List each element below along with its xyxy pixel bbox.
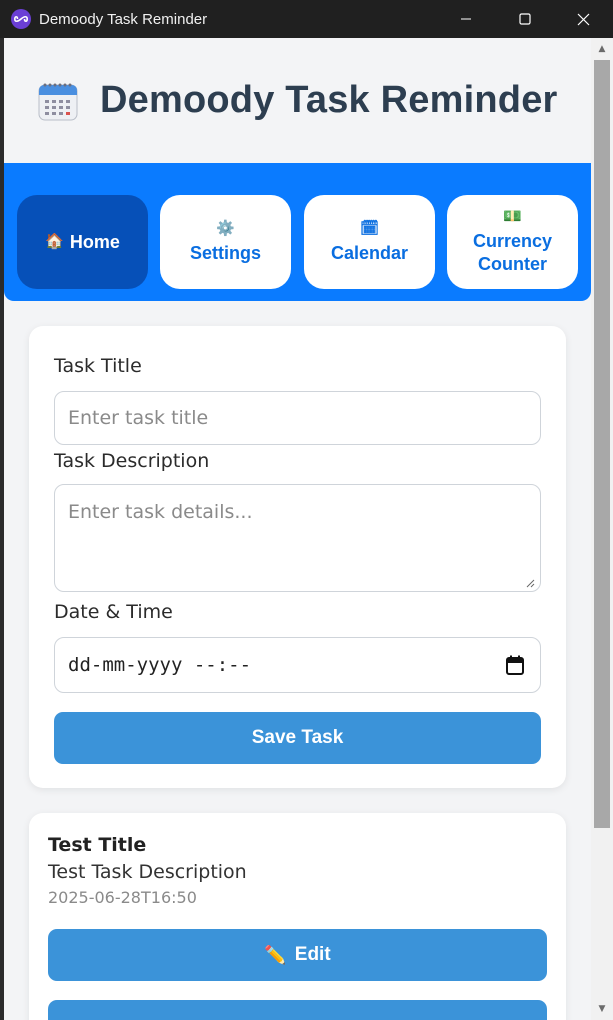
- gear-icon: ⚙️: [216, 219, 235, 237]
- nav-currency-counter-button[interactable]: 💵 Currency Counter: [447, 195, 578, 289]
- datetime-label: Date & Time: [54, 601, 173, 623]
- task-item-datetime: 2025-06-28T16:50: [48, 888, 197, 907]
- page-title: Demoody Task Reminder: [100, 79, 558, 121]
- nav-settings-button[interactable]: ⚙️ Settings: [160, 195, 291, 289]
- maximize-icon: [518, 13, 531, 25]
- edit-task-label: Edit: [294, 944, 331, 965]
- nav-currency-counter-label: Currency Counter: [472, 231, 553, 274]
- calendar-icon: [38, 83, 78, 120]
- close-icon: [577, 13, 590, 25]
- task-item-title: Test Title: [48, 834, 147, 856]
- nav-home-button[interactable]: 🏠 Home: [17, 195, 148, 289]
- vertical-scrollbar[interactable]: ▲ ▼: [591, 38, 613, 1020]
- close-button[interactable]: [554, 0, 613, 38]
- main-nav: 🏠 Home ⚙️ Settings 🗓 Calendar 💵 Currency…: [4, 163, 591, 301]
- money-icon: 💵: [503, 208, 522, 225]
- datetime-value: dd-mm-yyyy --:--: [68, 654, 252, 676]
- task-form-card: Task Title Task Description Date & Time …: [29, 326, 566, 788]
- save-task-button[interactable]: Save Task: [54, 712, 541, 764]
- delete-task-button[interactable]: [48, 1000, 547, 1020]
- datetime-input[interactable]: dd-mm-yyyy --:--: [54, 637, 541, 693]
- pencil-icon: ✏️: [264, 944, 287, 965]
- maximize-button[interactable]: [495, 0, 554, 38]
- nav-home-label: Home: [69, 231, 120, 252]
- app-viewport: Demoody Task Reminder 🏠 Home ⚙️ Settings…: [4, 38, 591, 1020]
- scroll-down-icon[interactable]: ▼: [591, 1000, 613, 1018]
- task-description-wrapper: [54, 484, 541, 592]
- calendar-small-icon: 🗓: [359, 219, 380, 237]
- nav-calendar-label: Calendar: [330, 242, 409, 263]
- minimize-icon: [460, 18, 471, 20]
- task-card: Test Title Test Task Description 2025-06…: [29, 813, 566, 1020]
- task-title-input[interactable]: [54, 391, 541, 445]
- nav-calendar-button[interactable]: 🗓 Calendar: [304, 195, 435, 289]
- app-header: Demoody Task Reminder: [4, 38, 591, 163]
- task-description-input[interactable]: [54, 484, 541, 592]
- minimize-button[interactable]: [436, 0, 495, 38]
- nav-settings-label: Settings: [189, 242, 261, 263]
- app-logo-icon: [11, 9, 31, 29]
- calendar-picker-icon[interactable]: [506, 655, 524, 675]
- scrollbar-thumb[interactable]: [594, 60, 610, 828]
- window-titlebar: Demoody Task Reminder: [0, 0, 613, 38]
- task-title-label: Task Title: [54, 355, 142, 377]
- resize-grip-icon[interactable]: [525, 578, 535, 588]
- home-icon: 🏠: [45, 233, 64, 250]
- task-item-description: Test Task Description: [48, 861, 247, 883]
- task-description-label: Task Description: [54, 450, 210, 472]
- edit-task-button[interactable]: ✏️ Edit: [48, 929, 547, 981]
- window-title: Demoody Task Reminder: [39, 10, 208, 28]
- window-controls: [436, 0, 613, 38]
- scroll-up-icon[interactable]: ▲: [591, 40, 613, 58]
